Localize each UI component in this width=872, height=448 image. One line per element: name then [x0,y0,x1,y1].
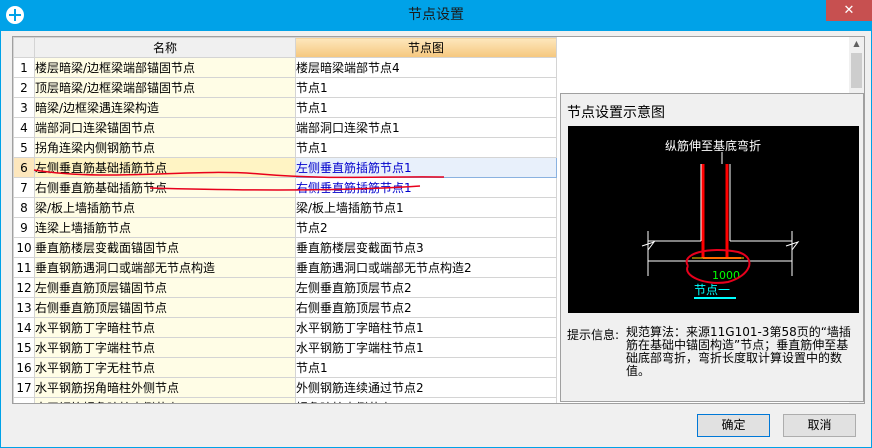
diagram-caption: 纵筋伸至基底弯折 [665,138,761,153]
row-number[interactable]: 13 [13,297,35,318]
cell-name[interactable]: 连梁上墙插筋节点 [34,217,296,238]
cell-name[interactable]: 左侧垂直筋顶层锚固节点 [34,277,296,298]
column-header-name[interactable]: 名称 [34,37,296,58]
close-button[interactable]: ✕ [826,0,872,21]
scroll-up-icon[interactable]: ▲ [849,37,864,51]
cell-node[interactable]: 拐角暗柱内侧节点3 [295,397,557,403]
row-number[interactable]: 5 [13,137,35,158]
table-row[interactable]: 4 端部洞口连梁锚固节点 端部洞口连梁节点1 [13,117,557,138]
cell-node[interactable]: 左侧垂直筋顶层节点2 [295,277,557,298]
node-preview-panel: 节点设置示意图 纵筋伸至基底弯折 1000 节点一 提示信息: 规范算法：来源1… [560,93,864,402]
table-row[interactable]: 16 水平钢筋丁字无柱节点 节点1 [13,357,557,378]
cell-node[interactable]: 外侧钢筋连续通过节点2 [295,377,557,398]
table-row[interactable]: 14 水平钢筋丁字暗柱节点 水平钢筋丁字暗柱节点1 [13,317,557,338]
cell-node[interactable]: 左侧垂直筋插筋节点1 [295,157,557,178]
table-row[interactable]: 2 顶层暗梁/边框梁端部锚固节点 节点1 [13,77,557,98]
row-number[interactable]: 16 [13,357,35,378]
scroll-thumb[interactable] [851,53,862,88]
node-label: 节点一 [694,283,730,297]
cell-name[interactable]: 暗梁/边框梁遇连梁构造 [34,97,296,118]
row-number[interactable]: 17 [13,377,35,398]
cell-node[interactable]: 右侧垂直筋顶层节点2 [295,297,557,318]
cell-node[interactable]: 端部洞口连梁节点1 [295,117,557,138]
window-title: 节点设置 [408,7,464,23]
row-number[interactable]: 1 [13,57,35,78]
cell-node[interactable]: 垂直筋遇洞口或端部无节点构造2 [295,257,557,278]
table-row[interactable]: 7 右侧垂直筋基础插筋节点 右侧垂直筋插筋节点1 [13,177,557,198]
cell-name[interactable]: 垂直筋楼层变截面锚固节点 [34,237,296,258]
table-row[interactable]: 15 水平钢筋丁字端柱节点 水平钢筋丁字端柱节点1 [13,337,557,358]
cell-node[interactable]: 水平钢筋丁字暗柱节点1 [295,317,557,338]
cell-node[interactable]: 垂直筋楼层变截面节点3 [295,237,557,258]
hint-label: 提示信息: [567,328,620,342]
title-bar: 节点设置 ✕ [0,0,872,31]
cell-node[interactable]: 梁/板上墙插筋节点1 [295,197,557,218]
row-number[interactable]: 2 [13,77,35,98]
node-diagram-svg: 纵筋伸至基底弯折 1000 节点一 [641,138,800,299]
row-number[interactable]: 14 [13,317,35,338]
cell-name[interactable]: 左侧垂直筋基础插筋节点 [34,157,296,178]
table-row[interactable]: 3 暗梁/边框梁遇连梁构造 节点1 [13,97,557,118]
cell-node[interactable]: 楼层暗梁端部节点4 [295,57,557,78]
row-number-header [13,37,35,58]
table-row[interactable]: 10 垂直筋楼层变截面锚固节点 垂直筋楼层变截面节点3 [13,237,557,258]
cell-name[interactable]: 垂直钢筋遇洞口或端部无节点构造 [34,257,296,278]
cell-name[interactable]: 右侧垂直筋顶层锚固节点 [34,297,296,318]
cell-name[interactable]: 梁/板上墙插筋节点 [34,197,296,218]
cell-name[interactable]: 水平钢筋丁字无柱节点 [34,357,296,378]
node-table-grid: 名称 节点图 1 楼层暗梁/边框梁端部锚固节点 楼层暗梁端部节点4 2 顶层暗梁/边框梁… [13,37,557,403]
table-row[interactable]: 5 拐角连梁内侧钢筋节点 节点1 [13,137,557,158]
row-number[interactable]: 4 [13,117,35,138]
column-header-node[interactable]: 节点图 [295,37,557,58]
cell-name[interactable]: 端部洞口连梁锚固节点 [34,117,296,138]
cancel-button[interactable]: 取消 [783,414,856,437]
cell-node[interactable]: 节点1 [295,137,557,158]
cell-node[interactable]: 节点2 [295,217,557,238]
cell-node[interactable]: 节点1 [295,97,557,118]
cell-name[interactable]: 右侧垂直筋基础插筋节点 [34,177,296,198]
row-number[interactable]: 8 [13,197,35,218]
preview-title: 节点设置示意图 [567,105,665,121]
cell-name[interactable]: 水平钢筋拐角暗柱内侧节点 [34,397,296,403]
row-number[interactable]: 15 [13,337,35,358]
table-row[interactable]: 8 梁/板上墙插筋节点 梁/板上墙插筋节点1 [13,197,557,218]
row-number[interactable]: 6 [13,157,35,178]
table-header: 名称 节点图 [13,37,557,58]
table-row[interactable]: 12 左侧垂直筋顶层锚固节点 左侧垂直筋顶层节点2 [13,277,557,298]
ok-button[interactable]: 确定 [697,414,770,437]
row-number[interactable]: 18 [13,397,35,403]
row-number[interactable]: 12 [13,277,35,298]
row-number[interactable]: 7 [13,177,35,198]
table-row[interactable]: 9 连梁上墙插筋节点 节点2 [13,217,557,238]
hint-text: 规范算法：来源11G101-3第58页的“墙插筋在基础中锚固构造”节点；垂直筋伸… [626,325,851,378]
cell-name[interactable]: 顶层暗梁/边框梁端部锚固节点 [34,77,296,98]
table-row[interactable]: 11 垂直钢筋遇洞口或端部无节点构造 垂直筋遇洞口或端部无节点构造2 [13,257,557,278]
cell-name[interactable]: 水平钢筋丁字暗柱节点 [34,317,296,338]
table-row[interactable]: 13 右侧垂直筋顶层锚固节点 右侧垂直筋顶层节点2 [13,297,557,318]
row-number[interactable]: 3 [13,97,35,118]
cell-node[interactable]: 节点1 [295,357,557,378]
cell-name[interactable]: 拐角连梁内侧钢筋节点 [34,137,296,158]
row-number[interactable]: 10 [13,237,35,258]
cell-name[interactable]: 水平钢筋丁字端柱节点 [34,337,296,358]
cell-node[interactable]: 右侧垂直筋插筋节点1 [295,177,557,198]
table-row[interactable]: 6 左侧垂直筋基础插筋节点 左侧垂直筋插筋节点1 [13,157,557,178]
node-diagram: 纵筋伸至基底弯折 1000 节点一 [568,126,859,313]
cell-node[interactable]: 水平钢筋丁字端柱节点1 [295,337,557,358]
cell-node[interactable]: 节点1 [295,77,557,98]
cell-name[interactable]: 水平钢筋拐角暗柱外侧节点 [34,377,296,398]
row-number[interactable]: 9 [13,217,35,238]
cell-name[interactable]: 楼层暗梁/边框梁端部锚固节点 [34,57,296,78]
table-row[interactable]: 18水平钢筋拐角暗柱内侧节点拐角暗柱内侧节点3 [13,397,557,403]
table-row[interactable]: 17 水平钢筋拐角暗柱外侧节点 外侧钢筋连续通过节点2 [13,377,557,398]
table-row[interactable]: 1 楼层暗梁/边框梁端部锚固节点 楼层暗梁端部节点4 [13,57,557,78]
row-number[interactable]: 11 [13,257,35,278]
